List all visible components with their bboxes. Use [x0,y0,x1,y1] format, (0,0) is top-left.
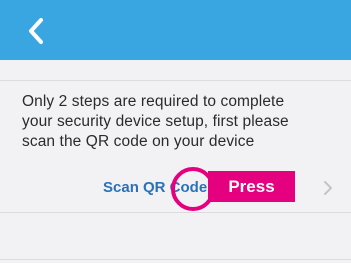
chevron-left-icon [29,18,43,44]
scan-qr-code-row[interactable]: Scan QR Code Press [0,166,351,212]
setup-instruction: Only 2 steps are required to complete yo… [22,92,342,152]
chevron-right-icon [323,180,333,196]
back-button[interactable] [20,14,54,48]
row-divider [0,212,351,213]
instruction-line-1: Only 2 steps are required to complete [22,93,285,110]
scan-qr-code-label[interactable]: Scan QR Code [103,179,207,196]
navigation-bar [0,0,351,60]
instruction-line-2: your security device setup, first please [22,113,289,130]
press-annotation-badge: Press [208,171,295,202]
top-divider [0,80,351,81]
bottom-divider [0,259,351,260]
instruction-line-3: scan the QR code on your device [22,133,255,150]
setup-screen: Only 2 steps are required to complete yo… [0,0,351,263]
